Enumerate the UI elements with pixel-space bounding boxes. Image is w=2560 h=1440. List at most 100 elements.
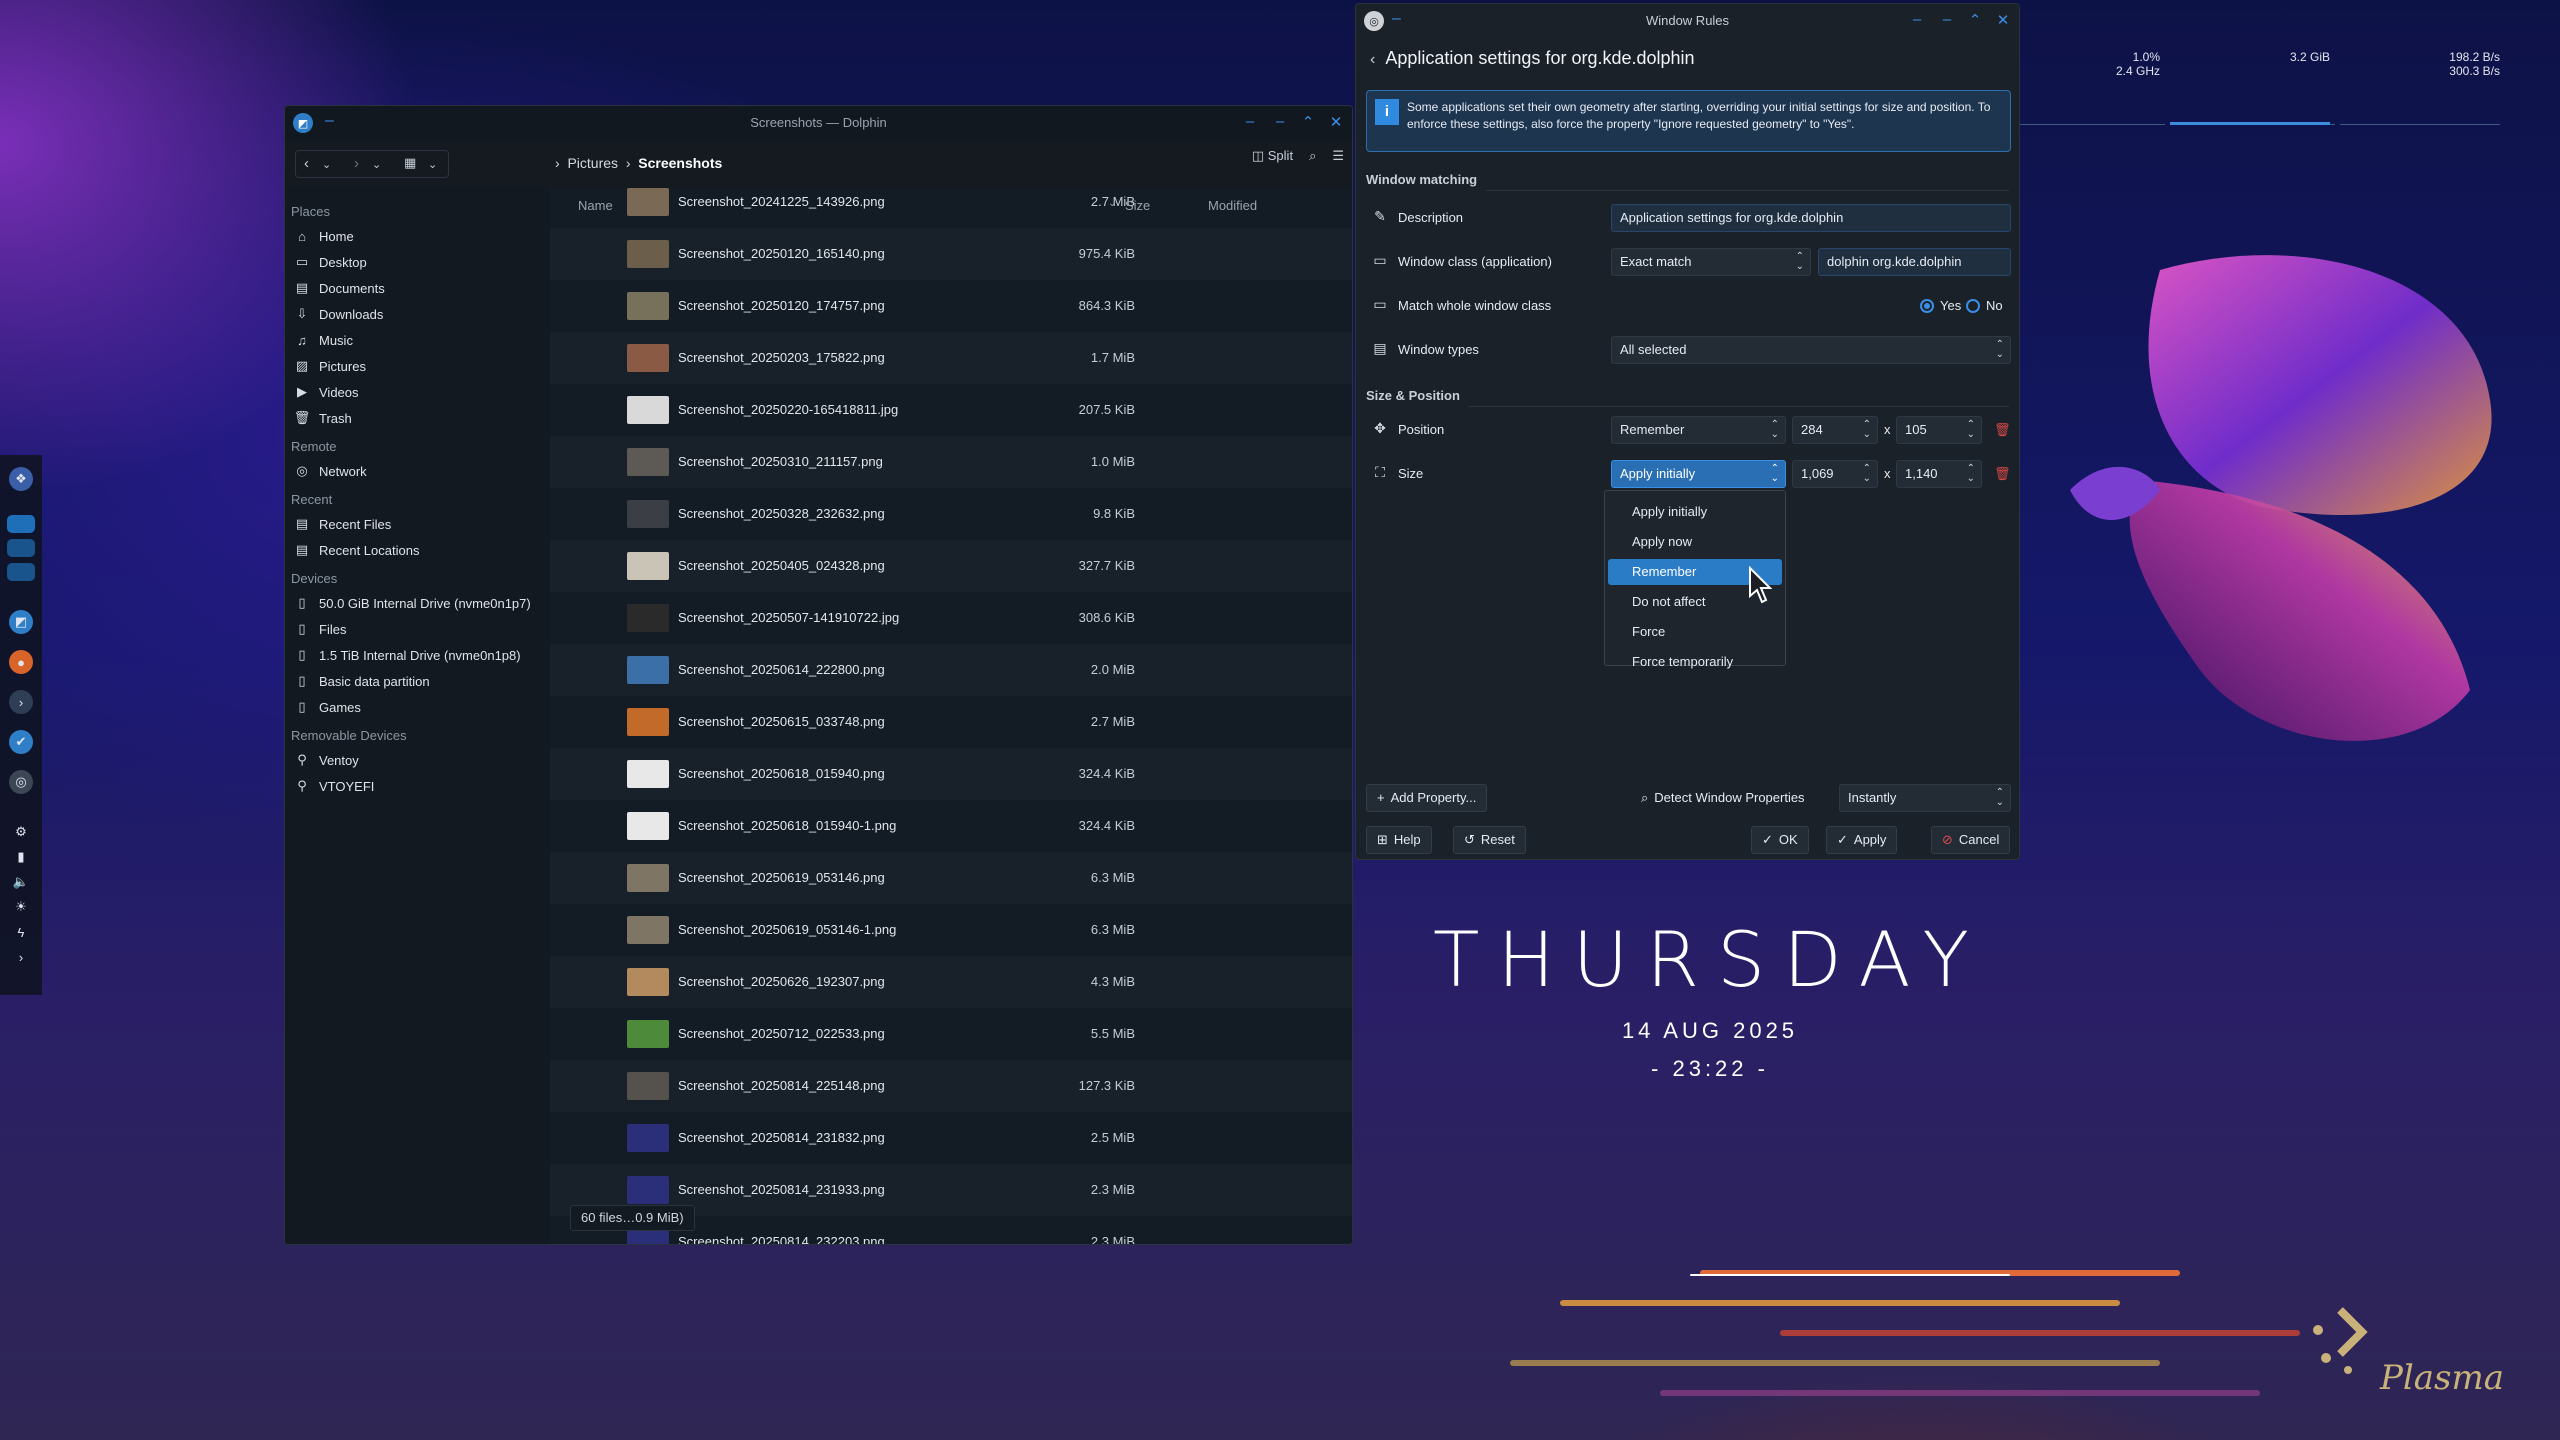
file-row[interactable]: Screenshot_20250328_232632.png9.8 KiB5/2… xyxy=(550,488,1352,540)
places-item[interactable]: ▶ Videos xyxy=(285,379,555,405)
window-class-match-select[interactable]: Exact match ⌃ ⌄ xyxy=(1611,248,1811,276)
size-width-spinbox[interactable]: 1,069 ⌃ ⌄ xyxy=(1792,460,1878,488)
dolphin-task-icon[interactable]: ◩ xyxy=(9,610,33,634)
file-row[interactable]: Screenshot_20250619_053146-1.png6.3 MiB6… xyxy=(550,904,1352,956)
places-item[interactable]: ▭ Desktop xyxy=(285,249,555,275)
cancel-button[interactable]: ⊘ Cancel xyxy=(1931,826,2011,854)
power-tray-icon[interactable]: ϟ xyxy=(9,920,33,944)
maximize-icon[interactable]: ⌃ xyxy=(1298,113,1318,131)
back-icon[interactable]: ‹ xyxy=(304,155,309,172)
places-item[interactable]: ⚲ Ventoy xyxy=(285,747,555,773)
delete-position-icon[interactable]: 🗑 xyxy=(1994,422,2011,438)
file-row[interactable]: Screenshot_20250814_225148.png127.3 KiB3… xyxy=(550,1060,1352,1112)
forward-icon[interactable]: › xyxy=(354,155,359,172)
pager-desktop-3[interactable] xyxy=(7,563,35,581)
view-mode-dropdown-icon[interactable]: ⌄ xyxy=(428,158,437,171)
places-item[interactable]: 🗑 Trash xyxy=(285,405,555,431)
file-row[interactable]: Screenshot_20250614_222800.png2.0 MiB6/1… xyxy=(550,644,1352,696)
detect-properties-button[interactable]: ⌕ Detect Window Properties xyxy=(1630,784,1816,812)
file-row[interactable]: Screenshot_20250220-165418811.jpg 207.5 K… xyxy=(550,384,1352,436)
position-policy-select[interactable]: Remember ⌃ ⌄ xyxy=(1611,416,1786,444)
delete-size-icon[interactable]: 🗑 xyxy=(1994,466,2011,482)
position-y-spinbox[interactable]: 105 ⌃ ⌄ xyxy=(1896,416,1982,444)
window-rules-task-icon[interactable]: ◎ xyxy=(9,770,33,794)
file-row[interactable]: Screenshot_20250203_175822.png1.7 MiB5/2… xyxy=(550,332,1352,384)
places-item[interactable]: ▯ Files xyxy=(285,616,555,642)
expand-tray-icon[interactable]: › xyxy=(9,945,33,969)
firefox-task-icon[interactable]: ● xyxy=(9,650,33,674)
places-item[interactable]: ▨ Pictures xyxy=(285,353,555,379)
pager-desktop-2[interactable] xyxy=(7,539,35,557)
steam-tray-icon[interactable]: ⚙ xyxy=(9,820,33,844)
places-item[interactable]: ♫ Music xyxy=(285,327,555,353)
detect-delay-select[interactable]: Instantly ⌃ ⌄ xyxy=(1839,784,2011,812)
ok-button[interactable]: ✓ OK xyxy=(1751,826,1809,854)
dolphin-titlebar[interactable]: ◩ – Screenshots — Dolphin – – ⌃ ✕ xyxy=(285,106,1352,140)
file-row[interactable]: Screenshot_20250618_015940-1.png 324.4 Ki… xyxy=(550,800,1352,852)
minimize-icon[interactable]: – xyxy=(1937,11,1957,28)
yes-radio[interactable] xyxy=(1920,299,1934,313)
volume-tray-icon[interactable]: 🔈 xyxy=(9,870,33,894)
minimize-all-icon[interactable]: – xyxy=(1907,11,1927,28)
column-modified[interactable]: Modified xyxy=(1208,198,1257,213)
no-radio[interactable] xyxy=(1966,299,1980,313)
places-item[interactable]: ⇩ Downloads xyxy=(285,301,555,327)
minimize-all-icon[interactable]: – xyxy=(1240,113,1260,130)
apply-button[interactable]: ✓ Apply xyxy=(1826,826,1898,854)
close-icon[interactable]: ✕ xyxy=(1993,11,2013,29)
column-name[interactable]: Name xyxy=(578,198,613,213)
search-icon[interactable]: ⌕ xyxy=(1309,148,1316,164)
position-x-spinbox[interactable]: 284 ⌃ ⌄ xyxy=(1792,416,1878,444)
settings-task-icon[interactable]: ✔ xyxy=(9,730,33,754)
reset-button[interactable]: ↺ Reset xyxy=(1453,826,1526,854)
file-row[interactable]: Screenshot_20250619_053146.png6.3 MiB6/1… xyxy=(550,852,1352,904)
file-row[interactable]: Screenshot_20250712_022533.png5.5 MiB7/1… xyxy=(550,1008,1352,1060)
places-item[interactable]: ▯ Games xyxy=(285,694,555,720)
brightness-tray-icon[interactable]: ☀ xyxy=(9,895,33,919)
places-item[interactable]: ▤ Recent Locations xyxy=(285,537,555,563)
battery-tray-icon[interactable]: ▮ xyxy=(9,845,33,869)
app-launcher-icon[interactable]: ❖ xyxy=(9,467,33,491)
file-row[interactable]: Screenshot_20250120_165140.png975.4 KiB5… xyxy=(550,228,1352,280)
places-item[interactable]: ▤ Documents xyxy=(285,275,555,301)
back-icon[interactable]: ‹ xyxy=(1370,51,1375,68)
terminal-task-icon[interactable]: › xyxy=(9,690,33,714)
size-policy-select[interactable]: Apply initially ⌃ ⌄ xyxy=(1611,460,1786,488)
hamburger-menu-icon[interactable]: ☰ xyxy=(1332,148,1344,164)
column-size[interactable]: Size xyxy=(1125,198,1150,213)
minimize-icon[interactable]: – xyxy=(1270,113,1290,130)
dropdown-option[interactable]: Apply now xyxy=(1608,529,1782,555)
file-row[interactable]: Screenshot_20250615_033748.png2.7 MiB6/1… xyxy=(550,696,1352,748)
file-row[interactable]: Screenshot_20250120_174757.png864.3 KiB5… xyxy=(550,280,1352,332)
rules-titlebar[interactable]: ◎ – Window Rules – – ⌃ ✕ xyxy=(1356,4,2019,38)
file-row[interactable]: Screenshot_20250618_015940.png324.4 KiB6… xyxy=(550,748,1352,800)
help-button[interactable]: ⊞ Help xyxy=(1366,826,1432,854)
pager-desktop-1[interactable] xyxy=(7,515,35,533)
places-item[interactable]: ▯ 1.5 TiB Internal Drive (nvme0n1p8) xyxy=(285,642,555,668)
maximize-icon[interactable]: ⌃ xyxy=(1965,11,1985,29)
places-item[interactable]: ⌂ Home xyxy=(285,223,555,249)
places-item[interactable]: ◎ Network xyxy=(285,458,555,484)
file-row[interactable]: Screenshot_20250626_192307.png4.3 MiB6/2… xyxy=(550,956,1352,1008)
file-row[interactable]: Screenshot_20250310_211157.png1.0 MiB5/2… xyxy=(550,436,1352,488)
dropdown-option[interactable]: Force xyxy=(1608,619,1782,645)
file-row[interactable]: Screenshot_20250507-141910722.jpg 308.6 K… xyxy=(550,592,1352,644)
window-class-field[interactable]: dolphin org.kde.dolphin xyxy=(1818,248,2011,276)
breadcrumb-item[interactable]: Pictures xyxy=(567,155,618,171)
file-row[interactable]: Screenshot_20250814_231832.png2.5 MiB3 m… xyxy=(550,1112,1352,1164)
dropdown-option[interactable]: Force temporarily xyxy=(1608,649,1782,675)
description-field[interactable]: Application settings for org.kde.dolphin xyxy=(1611,204,2011,232)
places-item[interactable]: ⚲ VTOYEFI xyxy=(285,773,555,799)
dropdown-option[interactable]: Apply initially xyxy=(1608,499,1782,525)
window-types-select[interactable]: All selected ⌃ ⌄ xyxy=(1611,336,2011,364)
file-row[interactable]: Screenshot_20250405_024328.png327.7 KiB5… xyxy=(550,540,1352,592)
close-icon[interactable]: ✕ xyxy=(1326,113,1346,131)
places-item[interactable]: ▯ 50.0 GiB Internal Drive (nvme0n1p7) xyxy=(285,590,555,616)
add-property-button[interactable]: + Add Property... xyxy=(1366,784,1488,812)
back-dropdown-icon[interactable]: ⌄ xyxy=(322,158,331,171)
places-item[interactable]: ▤ Recent Files xyxy=(285,511,555,537)
size-height-spinbox[interactable]: 1,140 ⌃ ⌄ xyxy=(1896,460,1982,488)
breadcrumb-current[interactable]: Screenshots xyxy=(638,155,722,171)
split-view-button[interactable]: ◫ Split xyxy=(1252,148,1293,164)
places-item[interactable]: ▯ Basic data partition xyxy=(285,668,555,694)
